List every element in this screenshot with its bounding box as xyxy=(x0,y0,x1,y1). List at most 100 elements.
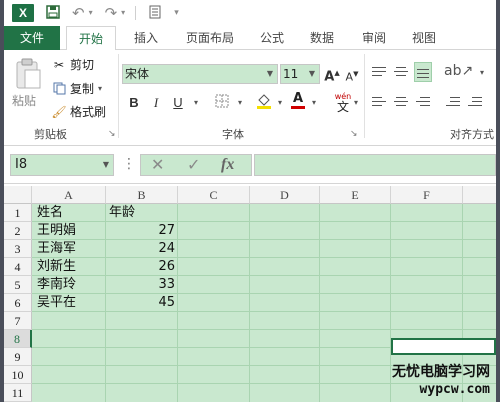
fill-color-icon[interactable] xyxy=(256,92,272,116)
cut-label: 剪切 xyxy=(70,58,95,72)
cell-b3[interactable]: 24 xyxy=(106,240,178,258)
tab-insert[interactable]: 插入 xyxy=(126,26,166,50)
column-header-g[interactable] xyxy=(463,186,496,204)
row-header-7[interactable]: 7 xyxy=(4,312,32,330)
cell-b2[interactable]: 27 xyxy=(106,222,178,240)
row-header-11[interactable]: 11 xyxy=(4,384,32,402)
middle-align-icon[interactable] xyxy=(392,64,410,80)
font-name-value: 宋体 xyxy=(125,67,150,81)
align-right-icon[interactable] xyxy=(414,94,432,110)
column-header-b[interactable]: B xyxy=(106,186,178,204)
cut-button[interactable]: ✂ 剪切 xyxy=(52,56,94,73)
ribbon-tabs: 文件 开始 插入 页面布局 公式 数据 审阅 视图 xyxy=(4,26,496,51)
paste-button[interactable]: 粘贴 xyxy=(12,92,36,109)
bold-button[interactable]: B xyxy=(126,94,142,112)
phonetic-dropdown-icon[interactable]: ▾ xyxy=(348,94,364,112)
row-header-5[interactable]: 5 xyxy=(4,276,32,294)
cell-a6[interactable]: 吴平在 xyxy=(34,294,106,312)
group-divider xyxy=(118,54,119,138)
active-cell-i8[interactable] xyxy=(391,338,496,355)
row-header-2[interactable]: 2 xyxy=(4,222,32,240)
tab-page-layout[interactable]: 页面布局 xyxy=(176,26,244,50)
row-header-8[interactable]: 8 xyxy=(4,330,32,348)
cell-a3[interactable]: 王海军 xyxy=(34,240,106,258)
cell-a4[interactable]: 刘新生 xyxy=(34,258,106,276)
font-color-button[interactable]: A xyxy=(290,90,306,109)
enter-icon[interactable]: ✓ xyxy=(187,155,200,175)
fill-color-dropdown-icon[interactable]: ▾ xyxy=(272,94,288,112)
row-header-1[interactable]: 1 xyxy=(4,204,32,222)
cell-b5[interactable]: 33 xyxy=(106,276,178,294)
font-color-dropdown-icon[interactable]: ▾ xyxy=(306,94,322,112)
cancel-icon[interactable]: ✕ xyxy=(151,155,164,175)
column-header-f[interactable]: F xyxy=(391,186,463,204)
print-preview-icon[interactable] xyxy=(148,5,162,22)
tab-file[interactable]: 文件 xyxy=(4,26,60,50)
qat-divider xyxy=(135,6,137,20)
cell-b4[interactable]: 26 xyxy=(106,258,178,276)
column-header-a[interactable]: A xyxy=(32,186,106,204)
cell-a5[interactable]: 李南玲 xyxy=(34,276,106,294)
worksheet-grid[interactable]: A B C D E F 1 2 3 4 5 6 7 8 9 10 11 姓名 年… xyxy=(4,186,496,402)
borders-icon[interactable] xyxy=(214,94,230,114)
orientation-icon[interactable]: ab↗ xyxy=(444,62,473,80)
tab-review[interactable]: 审阅 xyxy=(354,26,394,50)
align-center-icon[interactable] xyxy=(392,94,410,110)
align-left-icon[interactable] xyxy=(370,94,388,110)
borders-dropdown-icon[interactable]: ▾ xyxy=(232,94,248,112)
bottom-align-icon[interactable] xyxy=(414,62,432,82)
cell-a1[interactable]: 姓名 xyxy=(34,204,106,222)
formula-input[interactable] xyxy=(254,154,496,176)
font-launcher-icon[interactable]: ↘ xyxy=(350,129,358,139)
site-watermark: 无忧电脑学习网 wypcw.com xyxy=(392,363,490,399)
row-header-4[interactable]: 4 xyxy=(4,258,32,276)
clipboard-launcher-icon[interactable]: ↘ xyxy=(108,129,116,139)
alignment-group-label: 对齐方式 xyxy=(450,128,494,141)
cell-a2[interactable]: 王明娟 xyxy=(34,222,106,240)
orientation-dropdown-icon[interactable]: ▾ xyxy=(474,64,490,82)
clipboard-group-label: 剪贴板 xyxy=(34,128,67,141)
font-group-label: 字体 xyxy=(222,128,244,141)
row-header-3[interactable]: 3 xyxy=(4,240,32,258)
tab-formulas[interactable]: 公式 xyxy=(252,26,292,50)
decrease-indent-icon[interactable] xyxy=(444,94,462,110)
cell-b6[interactable]: 45 xyxy=(106,294,178,312)
underline-dropdown-icon[interactable]: ▾ xyxy=(188,94,204,112)
redo-icon[interactable]: ↷ xyxy=(105,5,118,21)
excel-window: X ↶ ▾ ↷ ▾ ▾ 文件 开始 插入 页面布局 公式 数据 审阅 视图 粘贴… xyxy=(4,0,496,402)
row-header-9[interactable]: 9 xyxy=(4,348,32,366)
gridline xyxy=(319,204,320,402)
tab-home[interactable]: 开始 xyxy=(66,26,116,51)
select-all-corner[interactable] xyxy=(4,186,32,204)
top-align-icon[interactable] xyxy=(370,64,388,80)
ribbon-home: 粘贴 ✂ 剪切 复制 ▾ 🖌 格式刷 剪贴板 ↘ 宋体 ▼ 11 ▼ A▲ A▼… xyxy=(4,50,496,146)
font-size-select[interactable]: 11 ▼ xyxy=(280,64,320,84)
grow-font-button[interactable]: A▲ xyxy=(324,64,340,86)
customize-qat-icon[interactable]: ▾ xyxy=(174,5,179,21)
row-header-10[interactable]: 10 xyxy=(4,366,32,384)
undo-icon[interactable]: ↶ xyxy=(72,5,85,21)
column-header-e[interactable]: E xyxy=(320,186,391,204)
shrink-font-button[interactable]: A▼ xyxy=(344,65,360,87)
column-header-c[interactable]: C xyxy=(178,186,250,204)
save-icon[interactable] xyxy=(46,4,60,22)
tab-view[interactable]: 视图 xyxy=(404,26,444,50)
cell-b1[interactable]: 年龄 xyxy=(106,204,178,222)
copy-button[interactable]: 复制 ▾ xyxy=(52,80,102,97)
italic-button[interactable]: I xyxy=(148,94,164,112)
row-header-6[interactable]: 6 xyxy=(4,294,32,312)
tab-data[interactable]: 数据 xyxy=(302,26,342,50)
name-box[interactable]: I8 ▼ xyxy=(10,154,114,176)
insert-function-icon[interactable]: fx xyxy=(221,155,234,175)
column-header-d[interactable]: D xyxy=(250,186,320,204)
chevron-down-icon: ▼ xyxy=(264,65,276,83)
undo-dropdown-icon[interactable]: ▾ xyxy=(89,5,93,21)
copy-label: 复制 xyxy=(70,82,95,96)
underline-button[interactable]: U xyxy=(170,94,186,112)
increase-indent-icon[interactable] xyxy=(466,94,484,110)
copy-dropdown-icon[interactable]: ▾ xyxy=(98,84,102,93)
format-painter-button[interactable]: 🖌 格式刷 xyxy=(51,103,106,120)
paste-icon[interactable] xyxy=(14,58,42,90)
redo-dropdown-icon[interactable]: ▾ xyxy=(121,5,125,21)
font-name-select[interactable]: 宋体 ▼ xyxy=(122,64,278,84)
